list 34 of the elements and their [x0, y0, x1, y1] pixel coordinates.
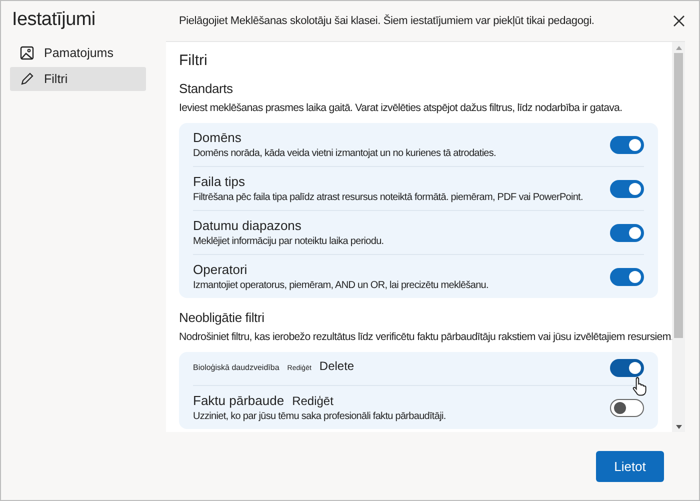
- filter-title: Domēns: [193, 129, 242, 147]
- toggle-switch[interactable]: [610, 136, 644, 154]
- action-link[interactable]: Rediģēt: [292, 392, 334, 410]
- toggle-switch[interactable]: [610, 399, 644, 417]
- filter-description: Meklējiet informāciju par noteiktu laika periodu.: [193, 235, 384, 249]
- pencil-icon: [20, 72, 34, 86]
- toggle-switch[interactable]: [610, 180, 644, 198]
- scrollbar-thumb[interactable]: [674, 53, 683, 338]
- toggle-switch[interactable]: [610, 224, 644, 242]
- description-text: Pielāgojiet Meklēšanas skolotāju šai klasei. Šiem iestatījumiem var piekļūt tikai pedagogi.: [178, 15, 596, 27]
- filter-title: Datumu diapazons: [193, 217, 302, 235]
- sidebar-item[interactable]: Pamatojums: [10, 41, 146, 65]
- action-link[interactable]: Delete: [319, 357, 354, 375]
- image-icon: [20, 46, 34, 60]
- filter-title: Bioloģiskā daudzveidība: [193, 362, 280, 374]
- section-heading: Standarts: [179, 81, 234, 96]
- filter-description: Uzziniet, ko par jūsu tēmu saka profesionāli faktu pārbaudītāji.: [193, 410, 446, 424]
- filter-title: Operatori: [193, 261, 248, 279]
- section-heading: Neobligātie filtri: [179, 310, 266, 325]
- sidebar-item[interactable]: Filtri: [10, 67, 146, 91]
- filter-description: Filtrēšana pēc faila tipa palīdz atrast resursus noteiktā formātā. piemēram, PDF vai PowerPoint.: [193, 191, 583, 205]
- apply-button[interactable]: Lietot: [596, 450, 664, 482]
- toggle-switch[interactable]: [610, 358, 644, 376]
- filter-title: Faktu pārbaude: [193, 392, 284, 410]
- scroll-down-icon[interactable]: [674, 424, 682, 430]
- window-title: Iestatījumi: [12, 9, 96, 31]
- filter-description: Domēns norāda, kāda veida vietni izmantojat un no kurienes tā atrodaties.: [193, 147, 496, 161]
- filter-description: Izmantojiet operatorus, piemēram, AND un OR, lai precizētu meklēšanu.: [193, 279, 488, 293]
- section-description: Ieviest meklēšanas prasmes laika gaitā. Varat izvēlēties atspējot dažus filtrus, līdz nodarbība ir gatava.: [179, 102, 622, 114]
- toggle-switch[interactable]: [610, 268, 644, 286]
- close-icon: [673, 15, 685, 27]
- filter-title: Faila tips: [193, 173, 246, 191]
- section-description: Nodrošiniet filtru, kas ierobežo rezultātus līdz verificētu faktu pārbaudītāju rakstiem vai jūsu izvēlētajiem resursiem.: [179, 331, 672, 343]
- panel-title: Filtri: [179, 52, 208, 69]
